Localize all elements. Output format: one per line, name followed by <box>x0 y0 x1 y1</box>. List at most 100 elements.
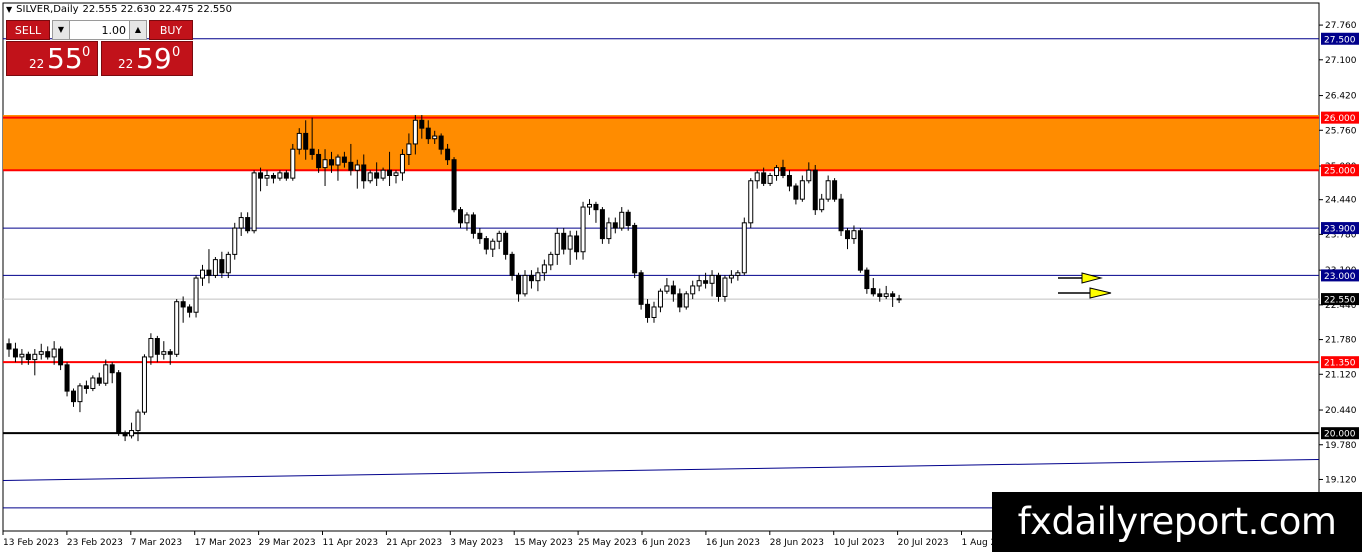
buy-button[interactable]: BUY <box>149 20 193 40</box>
bull-candle-body <box>490 240 496 250</box>
bear-candle-body <box>438 135 444 150</box>
lot-size-field[interactable]: ▼ ▲ <box>52 20 147 41</box>
lot-increase-icon[interactable]: ▲ <box>129 21 146 39</box>
bear-candle-body <box>599 209 605 240</box>
bear-candle-body <box>477 232 483 240</box>
x-tick-label: 21 Apr 2023 <box>386 538 442 548</box>
x-tick-label: 7 Mar 2023 <box>131 538 182 548</box>
bull-candle-body <box>232 227 238 255</box>
bear-candle-body <box>180 301 186 308</box>
bear-candle-body <box>206 269 212 276</box>
bear-candle-body <box>83 385 89 389</box>
bear-candle-body <box>451 159 457 211</box>
collapse-triangle-icon[interactable]: ▼ <box>6 5 12 14</box>
level-price-label: 21.350 <box>1324 359 1356 369</box>
bear-candle-body <box>341 156 347 163</box>
bull-candle-body <box>19 353 25 358</box>
bear-candle-body <box>303 132 309 150</box>
bear-candle-body <box>509 253 515 276</box>
bull-candle-body <box>296 132 302 150</box>
price-chart[interactable]: 27.76027.10026.42025.76025.08024.44023.7… <box>0 0 1362 552</box>
x-tick-label: 10 Jul 2023 <box>834 538 885 548</box>
bear-candle-body <box>716 274 721 297</box>
bear-candle-body <box>25 353 31 361</box>
candle <box>232 222 238 260</box>
sell-button[interactable]: SELL <box>6 20 50 40</box>
bull-candle-body <box>432 135 438 140</box>
bull-candle-body <box>335 156 341 166</box>
x-tick-label: 15 May 2023 <box>514 538 573 548</box>
level-price-label: 22.550 <box>1324 296 1356 306</box>
bull-candle-body <box>32 353 38 361</box>
bull-candle-body <box>322 159 328 169</box>
bear-candle-body <box>890 293 896 297</box>
level-price-label: 25.000 <box>1324 167 1356 177</box>
x-tick-label: 28 Jun 2023 <box>770 538 824 548</box>
bear-candle-body <box>645 303 651 318</box>
bear-candle-body <box>109 364 115 374</box>
bull-candle-body <box>406 143 412 155</box>
level-price-label: 23.000 <box>1324 272 1356 282</box>
bull-candle-body <box>225 253 231 274</box>
bull-candle-body <box>657 290 663 308</box>
bull-candle-body <box>535 272 541 282</box>
bull-candle-body <box>696 280 702 287</box>
bear-candle-body <box>793 185 799 200</box>
bear-candle-body <box>154 338 160 355</box>
bull-candle-body <box>554 232 560 255</box>
y-tick-label: 25.760 <box>1325 126 1357 136</box>
bear-candle-body <box>528 274 534 282</box>
bear-candle-body <box>761 172 767 184</box>
bull-candle-body <box>90 377 96 389</box>
bear-candle-body <box>258 172 264 179</box>
chart-plot-area <box>2 2 1320 532</box>
bear-candle-body <box>6 343 12 350</box>
bull-candle-body <box>522 274 528 295</box>
bull-candle-body <box>174 301 180 355</box>
bear-candle-body <box>845 230 850 240</box>
bear-candle-body <box>419 119 425 129</box>
candle <box>632 222 638 279</box>
bull-candle-body <box>754 172 760 182</box>
lot-decrease-icon[interactable]: ▼ <box>53 21 70 39</box>
bear-candle-body <box>58 348 64 366</box>
x-tick-label: 6 Jun 2023 <box>642 538 690 548</box>
bull-candle-body <box>129 430 135 437</box>
one-click-trading-panel: SELL ▼ ▲ BUY 22 55 0 22 59 0 <box>6 20 193 76</box>
bull-candle-body <box>819 198 825 211</box>
level-price-label: 20.000 <box>1324 430 1356 440</box>
candle <box>193 275 199 318</box>
x-tick-label: 29 Mar 2023 <box>259 538 316 548</box>
bull-candle-body <box>709 274 715 284</box>
candle <box>832 178 838 202</box>
bear-candle-body <box>270 174 276 179</box>
bull-candle-body <box>774 167 780 176</box>
sell-price-main: 55 <box>47 42 83 75</box>
bear-candle-body <box>877 293 883 297</box>
sell-price-button[interactable]: 22 55 0 <box>6 41 98 76</box>
candle <box>838 193 844 236</box>
y-tick-label: 21.120 <box>1325 370 1357 380</box>
bull-candle-body <box>77 385 83 403</box>
lot-size-input[interactable] <box>71 21 128 41</box>
bear-candle-body <box>64 364 70 392</box>
bear-candle-body <box>503 232 509 255</box>
bull-candle-body <box>354 164 360 171</box>
buy-price-button[interactable]: 22 59 0 <box>101 41 193 76</box>
bull-candle-body <box>567 235 573 250</box>
bull-candle-body <box>193 277 199 313</box>
x-tick-label: 13 Feb 2023 <box>3 538 59 548</box>
resistance-zone <box>3 115 1319 171</box>
y-tick-label: 19.780 <box>1325 441 1357 451</box>
bull-candle-body <box>548 253 554 266</box>
bull-candle-body <box>741 222 747 274</box>
bull-candle-body <box>883 293 889 297</box>
candle <box>141 354 147 415</box>
bear-candle-body <box>780 167 786 176</box>
level-price-label: 27.500 <box>1324 35 1356 45</box>
bull-candle-body <box>38 351 44 355</box>
y-tick-label: 26.420 <box>1325 92 1357 102</box>
sell-price-prefix: 22 <box>29 57 45 71</box>
bear-candle-body <box>387 169 393 176</box>
bear-candle-body <box>516 274 522 295</box>
